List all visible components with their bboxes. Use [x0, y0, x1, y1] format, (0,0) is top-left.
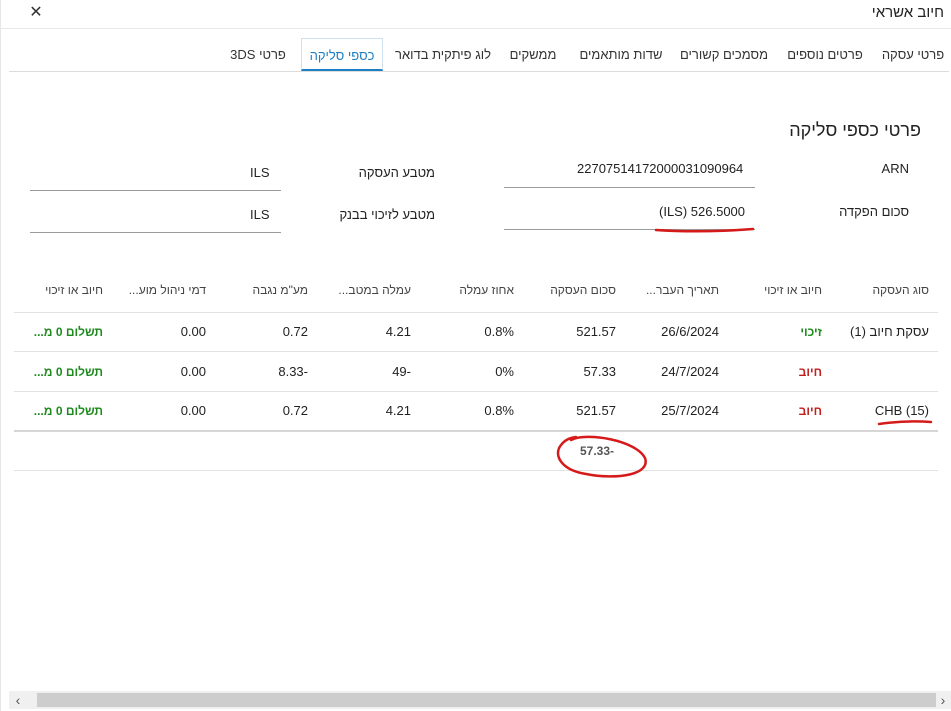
- tab-transaction-details[interactable]: פרטי עסקה: [877, 38, 949, 71]
- table-cell: CHB (15): [874, 403, 929, 418]
- tab-clearing-funds[interactable]: כספי סליקה: [301, 38, 383, 71]
- table-cell: עסקת חיוב (1): [850, 324, 929, 339]
- table-cell: 0%: [495, 364, 514, 379]
- arn-value: 22707514172000031090964: [577, 161, 744, 176]
- row-divider: [14, 391, 938, 392]
- table-cell: 0.00: [180, 364, 206, 379]
- table-header-divider: [14, 312, 938, 313]
- row-divider: [14, 351, 938, 352]
- dialog-frame: חיוב אשראי ✕ פרטי עסקה פרטים נוספים מסמכ…: [0, 0, 951, 711]
- table-cell: 24/7/2024: [661, 364, 719, 379]
- table-cell: 521.57: [576, 403, 616, 418]
- table-cell: 0.8%: [484, 324, 514, 339]
- col-header-transfer-date[interactable]: תאריך העבר...: [643, 283, 719, 297]
- deposit-underline: [504, 229, 755, 230]
- table-cell[interactable]: תשלום 0 מ...: [34, 325, 103, 339]
- col-header-type[interactable]: סוג העסקה: [839, 283, 929, 297]
- col-header-debit-credit-2[interactable]: חיוב או זיכוי: [37, 283, 103, 297]
- close-icon[interactable]: ✕: [27, 3, 45, 23]
- bank-currency-underline: [30, 232, 281, 233]
- table-cell: זיכוי: [800, 325, 822, 339]
- currency-value: ILS: [250, 165, 270, 180]
- table-cell: 0.72: [282, 324, 308, 339]
- table-cell: 0.00: [180, 403, 206, 418]
- tab-mail-log[interactable]: לוג פיתקית בדואר: [390, 38, 496, 71]
- row-divider: [14, 430, 938, 432]
- table-cell[interactable]: תשלום 0 מ...: [34, 404, 103, 418]
- table-cell: חיוב: [798, 404, 822, 418]
- table-cell: 26/6/2024: [661, 324, 719, 339]
- deposit-value: (ILS) 526.5000: [659, 204, 746, 219]
- tab-additional-details[interactable]: פרטים נוספים: [781, 38, 869, 71]
- section-title: פרטי כספי סליקה: [789, 120, 921, 140]
- table-cell: חיוב: [798, 365, 822, 379]
- col-header-fee-currency[interactable]: עמלה במטב...: [339, 283, 411, 297]
- pen-annotations: [556, 227, 933, 478]
- currency-label: מטבע העסקה: [358, 165, 435, 180]
- tab-custom-fields[interactable]: שדות מותאמים: [576, 38, 666, 71]
- arn-label: ARN: [881, 161, 909, 176]
- table-cell[interactable]: תשלום 0 מ...: [34, 365, 103, 379]
- table-cell: 4.21: [385, 324, 411, 339]
- scroll-right-icon[interactable]: ›: [934, 691, 951, 709]
- tab-related-documents[interactable]: מסמכים קשורים: [674, 38, 774, 71]
- table-cell: 0.8%: [484, 403, 514, 418]
- scrollbar-thumb[interactable]: [37, 693, 936, 707]
- col-header-vat[interactable]: מע"מ נגבה: [228, 283, 308, 297]
- col-header-management-fee[interactable]: דמי ניהול מוע...: [124, 283, 206, 297]
- horizontal-scrollbar[interactable]: ‹ ›: [9, 691, 951, 709]
- table-cell: 4.21: [385, 403, 411, 418]
- table-cell: 25/7/2024: [661, 403, 719, 418]
- col-header-amount[interactable]: סכום העסקה: [526, 283, 616, 297]
- col-header-debit-credit[interactable]: חיוב או זיכוי: [732, 283, 822, 297]
- tab-interfaces[interactable]: ממשקים: [501, 38, 565, 71]
- table-cell: 57.33: [583, 364, 616, 379]
- table-cell: 8.33-: [278, 364, 308, 379]
- dialog-header: חיוב אשראי ✕: [1, 0, 951, 29]
- bank-currency-label: מטבע לזיכוי בבנק: [339, 207, 435, 222]
- tab-3ds-details[interactable]: פרטי 3DS: [222, 38, 294, 71]
- bank-currency-value: ILS: [250, 207, 270, 222]
- table-cell: 0.72: [282, 403, 308, 418]
- dialog-title: חיוב אשראי: [871, 4, 944, 21]
- table-cell: 49-: [392, 364, 411, 379]
- tab-bar: פרטי עסקה פרטים נוספים מסמכים קשורים שדו…: [9, 38, 949, 72]
- scroll-left-icon[interactable]: ‹: [9, 691, 27, 709]
- arn-underline: [504, 187, 755, 188]
- chb-underline-annotation: [877, 420, 933, 426]
- table-cell: 521.57: [576, 324, 616, 339]
- col-header-fee-percent[interactable]: אחוז עמלה: [434, 283, 514, 297]
- table-total: 57.33-: [580, 444, 615, 458]
- deposit-label: סכום הפקדה: [839, 204, 909, 219]
- table-cell: 0.00: [180, 324, 206, 339]
- currency-underline: [30, 190, 281, 191]
- total-divider: [14, 470, 938, 471]
